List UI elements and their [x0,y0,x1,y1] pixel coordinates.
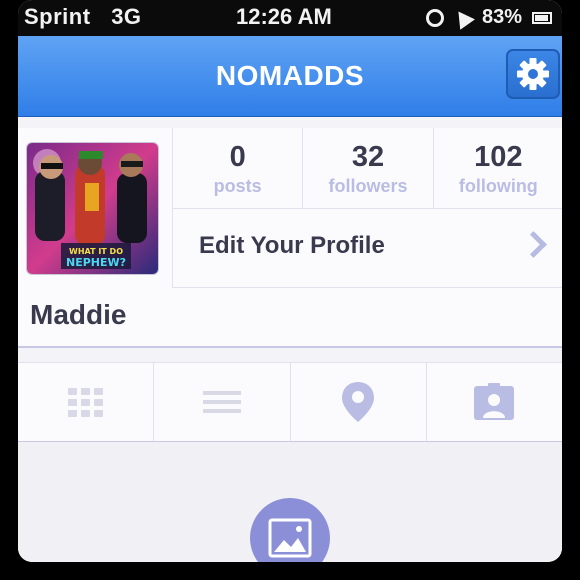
settings-button[interactable] [506,49,560,99]
carrier-name: Sprint [24,4,91,29]
status-icons: 83% [425,5,552,30]
stat-following[interactable]: 102 following [434,128,562,208]
profile-name: Maddie [30,299,127,330]
battery-percent: 83% [481,6,522,28]
svg-text:NEPHEW?: NEPHEW? [66,256,126,269]
followers-label: followers [328,176,408,196]
profile-view-tabs [18,362,562,443]
stat-posts[interactable]: 0 posts [173,128,304,208]
tab-grid-view[interactable] [18,363,155,441]
tab-map-view[interactable] [291,363,427,441]
status-bar: Sprint 3G 12:26 AM 83% [18,0,562,36]
location-pin-icon [342,382,375,422]
photo-icon [268,518,312,558]
status-time: 12:26 AM [236,4,332,29]
avatar[interactable]: WHAT IT DO NEPHEW? [26,142,159,275]
photos-of-you-icon [474,383,515,420]
chevron-right-icon [520,231,547,258]
avatar-image: WHAT IT DO NEPHEW? [27,143,158,274]
posts-label: posts [213,176,262,196]
network-type: 3G [111,4,142,29]
posts-area [18,442,562,562]
following-count: 102 [474,141,523,173]
nav-title: NOMADDS [215,60,365,91]
rotation-lock-icon [425,8,444,27]
posts-count: 0 [229,141,246,173]
profile-header: WHAT IT DO NEPHEW? 0 posts 32 followers … [18,128,562,348]
tab-photos-of-you[interactable] [427,363,562,441]
location-services-icon [451,5,475,30]
add-photo-button[interactable] [250,498,330,562]
svg-text:WHAT IT DO: WHAT IT DO [69,247,123,256]
phone-screen: Sprint 3G 12:26 AM 83% NOMADDS WHAT IT D… [18,0,562,562]
nav-bar: NOMADDS [18,36,562,117]
carrier-info: Sprint 3G [24,4,142,30]
edit-profile-label: Edit Your Profile [199,232,385,259]
gear-icon [517,58,549,90]
followers-count: 32 [351,141,385,173]
profile-stats: 0 posts 32 followers 102 following [172,128,562,209]
grid-icon [68,387,104,417]
stat-followers[interactable]: 32 followers [303,128,434,208]
tab-list-view[interactable] [154,363,291,441]
battery-icon [532,11,552,24]
following-label: following [458,176,538,196]
edit-profile-button[interactable]: Edit Your Profile [172,209,562,288]
list-icon [202,391,241,413]
